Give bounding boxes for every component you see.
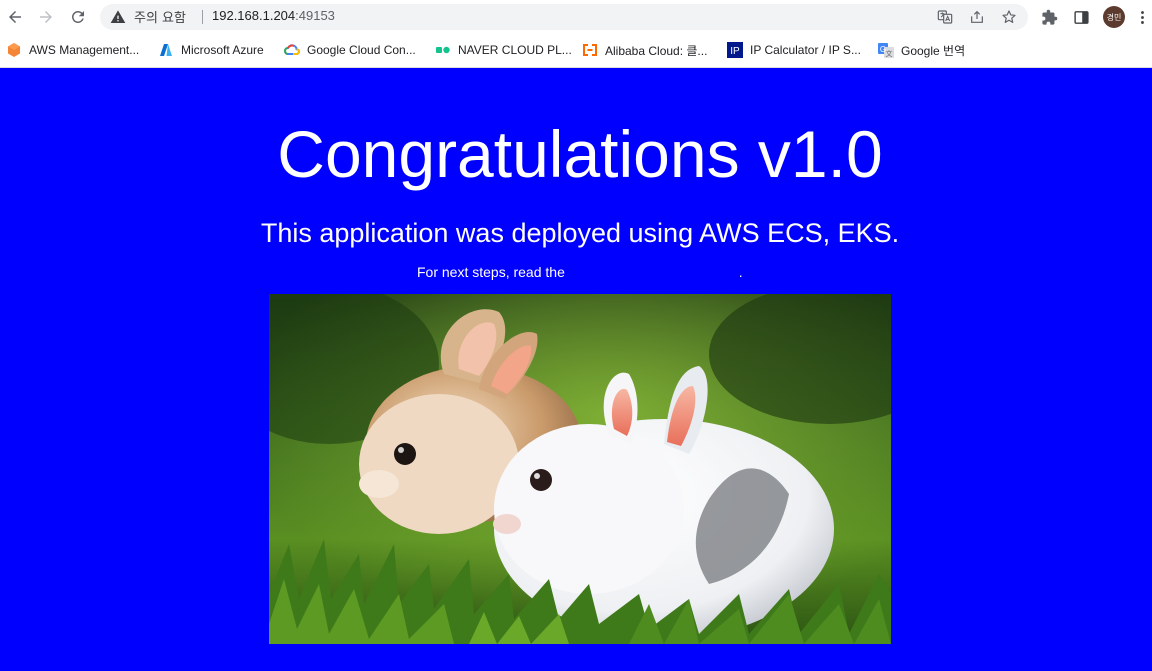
share-icon xyxy=(971,10,983,23)
back-arrow-icon xyxy=(9,11,21,23)
bookmark-ip-calculator[interactable]: IP IP Calculator / IP S... xyxy=(727,41,861,59)
address-bar[interactable]: 주의 요함 192.168.1.204:49153 xyxy=(100,4,1028,30)
side-panel-button[interactable] xyxy=(1071,7,1091,27)
profile-avatar[interactable]: 경민 xyxy=(1103,6,1125,28)
browser-toolbar: 주의 요함 192.168.1.204:49153 경민 xyxy=(0,0,1152,34)
bookmark-alibaba-cloud[interactable]: Alibaba Cloud: 클... xyxy=(582,41,707,59)
url-host: 192.168.1.204 xyxy=(212,8,296,23)
translate-icon xyxy=(937,10,953,24)
bookmark-google-translate[interactable]: G文 Google 번역 xyxy=(878,41,965,59)
warning-icon[interactable] xyxy=(110,9,126,25)
forward-arrow-icon xyxy=(40,11,52,23)
star-icon xyxy=(1002,10,1016,23)
puzzle-piece-icon xyxy=(1041,9,1057,25)
browser-menu-button[interactable] xyxy=(1136,7,1148,27)
alibaba-cloud-icon xyxy=(582,42,598,58)
rabbits-photo xyxy=(269,294,891,644)
extensions-button[interactable] xyxy=(1039,7,1059,27)
forward-button[interactable] xyxy=(33,4,59,30)
next-steps-text: For next steps, read the . xyxy=(417,263,743,281)
bookmark-label: AWS Management... xyxy=(29,43,140,57)
google-cloud-icon xyxy=(284,42,300,58)
bookmark-label: IP Calculator / IP S... xyxy=(750,43,861,57)
url-port: :49153 xyxy=(295,8,335,23)
bookmark-star-button[interactable] xyxy=(1000,8,1018,26)
bookmark-label: Alibaba Cloud: 클... xyxy=(605,43,708,58)
azure-icon xyxy=(158,42,174,58)
bookmark-google-cloud[interactable]: Google Cloud Con... xyxy=(284,41,416,59)
rabbits-illustration xyxy=(269,294,891,644)
bookmark-label: Microsoft Azure xyxy=(181,43,264,57)
google-translate-icon: G文 xyxy=(878,42,894,58)
page-subtitle: This application was deployed using AWS … xyxy=(260,218,900,248)
bookmark-label: Google Cloud Con... xyxy=(307,43,416,57)
bookmarks-bar: AWS Management... Microsoft Azure Google… xyxy=(0,34,1152,68)
svg-text:IP: IP xyxy=(730,46,740,57)
aws-icon xyxy=(6,42,22,58)
svg-text:文: 文 xyxy=(886,49,893,58)
url-text[interactable]: 192.168.1.204:49153 xyxy=(212,8,335,23)
page-title: Congratulations v1.0 xyxy=(277,117,883,191)
bookmark-label: NAVER CLOUD PL... xyxy=(458,43,572,57)
ip-calculator-icon: IP xyxy=(727,42,743,58)
naver-cloud-icon xyxy=(435,42,451,58)
side-panel-icon xyxy=(1073,10,1089,24)
address-separator xyxy=(202,10,203,24)
reload-button[interactable] xyxy=(65,4,91,30)
reload-icon xyxy=(71,10,84,23)
translate-page-button[interactable] xyxy=(936,8,954,26)
share-button[interactable] xyxy=(968,8,986,26)
bookmark-azure[interactable]: Microsoft Azure xyxy=(158,41,264,59)
more-vertical-icon xyxy=(1140,10,1144,24)
page-content: Congratulations v1.0 This application wa… xyxy=(0,68,1152,671)
next-steps-suffix: . xyxy=(738,264,743,280)
bookmark-naver-cloud[interactable]: NAVER CLOUD PL... xyxy=(435,41,572,59)
next-steps-prefix: For next steps, read the xyxy=(417,264,569,280)
bookmark-label: Google 번역 xyxy=(901,43,966,58)
security-status-label[interactable]: 주의 요함 xyxy=(134,7,186,26)
back-button[interactable] xyxy=(2,4,28,30)
bookmark-aws[interactable]: AWS Management... xyxy=(6,41,139,59)
